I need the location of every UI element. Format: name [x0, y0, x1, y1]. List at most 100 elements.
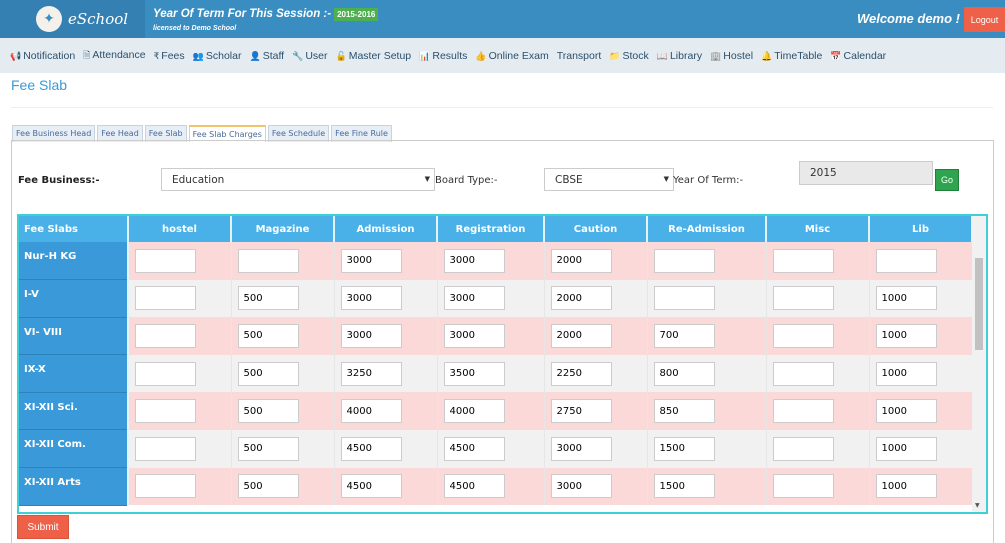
table-cell: [437, 242, 545, 280]
vertical-scrollbar[interactable]: ▼: [972, 216, 986, 512]
fee-amount-input[interactable]: [550, 399, 612, 424]
fee-amount-input[interactable]: [443, 436, 505, 461]
fee-amount-input[interactable]: [653, 248, 715, 273]
fee-amount-input[interactable]: [237, 361, 299, 386]
fee-amount-input[interactable]: [550, 286, 612, 311]
fee-amount-input[interactable]: [237, 286, 299, 311]
fee-amount-input[interactable]: [653, 474, 715, 499]
fee-amount-input[interactable]: [443, 361, 505, 386]
table-cell: [334, 354, 438, 393]
table-cell: [231, 242, 335, 280]
nav-item-attendance[interactable]: 🗎 Attendance: [83, 48, 145, 64]
nav-item-user[interactable]: 🔧 User: [292, 50, 327, 62]
fee-amount-input[interactable]: [340, 436, 402, 461]
submit-button[interactable]: Submit: [17, 515, 69, 539]
table-cell: [544, 317, 648, 355]
logo[interactable]: ✦ eSchool: [0, 0, 145, 38]
fee-amount-input[interactable]: [237, 474, 299, 499]
fee-amount-input[interactable]: [135, 399, 196, 424]
fee-amount-input[interactable]: [550, 361, 612, 386]
fee-amount-input[interactable]: [653, 399, 715, 424]
nav-item-online-exam[interactable]: 👍 Online Exam: [475, 50, 548, 62]
fee-amount-input[interactable]: [550, 436, 612, 461]
fee-amount-input[interactable]: [340, 474, 402, 499]
nav-item-notification[interactable]: 📢 Notification: [10, 50, 75, 62]
table-cell: [869, 429, 973, 468]
fee-amount-input[interactable]: [135, 323, 196, 348]
fee-amount-input[interactable]: [653, 323, 715, 348]
fee-amount-input[interactable]: [550, 323, 612, 348]
fee-amount-input[interactable]: [237, 323, 299, 348]
fee-slab-name: Nur-H KG: [19, 242, 129, 281]
fee-amount-input[interactable]: [340, 323, 402, 348]
fee-amount-input[interactable]: [772, 399, 834, 424]
nav-item-scholar[interactable]: 👥 Scholar: [193, 50, 242, 62]
fee-amount-input[interactable]: [772, 361, 834, 386]
fee-business-select[interactable]: Education ▼: [161, 168, 435, 191]
board-type-select[interactable]: CBSE ▼: [544, 168, 674, 191]
scrollbar-thumb[interactable]: [975, 258, 983, 350]
fee-amount-input[interactable]: [135, 248, 196, 273]
fee-amount-input[interactable]: [237, 436, 299, 461]
fee-amount-input[interactable]: [443, 286, 505, 311]
fee-amount-input[interactable]: [653, 436, 715, 461]
fee-amount-input[interactable]: [772, 323, 834, 348]
fee-amount-input[interactable]: [653, 286, 715, 311]
fee-amount-input[interactable]: [772, 474, 834, 499]
scroll-down-icon[interactable]: ▼: [975, 502, 980, 509]
column-header: Registration: [437, 216, 545, 242]
year-field[interactable]: 2015: [799, 161, 933, 185]
fee-amount-input[interactable]: [340, 248, 402, 273]
nav-item-fees[interactable]: ₹ Fees: [154, 50, 185, 62]
nav-item-timetable[interactable]: 🔔 TimeTable: [761, 50, 822, 62]
timetable-icon: 🔔: [761, 50, 773, 61]
nav-item-stock[interactable]: 📁 Stock: [609, 50, 648, 62]
logout-button[interactable]: Logout: [964, 7, 1005, 32]
fee-amount-input[interactable]: [875, 474, 937, 499]
nav-item-calendar[interactable]: 📅 Calendar: [830, 50, 886, 62]
fee-amount-input[interactable]: [875, 248, 937, 273]
table-cell: [766, 354, 870, 393]
nav-item-hostel[interactable]: 🏢 Hostel: [710, 50, 753, 62]
fee-amount-input[interactable]: [237, 399, 299, 424]
nav-item-library[interactable]: 📖 Library: [657, 50, 702, 62]
fee-amount-input[interactable]: [772, 436, 834, 461]
nav-label: Hostel: [723, 49, 754, 62]
fee-amount-input[interactable]: [135, 361, 196, 386]
table-row: XI-XII Arts: [19, 467, 973, 506]
table-row: I-V: [19, 279, 973, 318]
nav-item-master-setup[interactable]: 🔓 Master Setup: [335, 50, 411, 62]
fee-amount-input[interactable]: [135, 474, 196, 499]
session-badge: 2015-2016: [334, 8, 379, 21]
go-button[interactable]: Go: [935, 169, 959, 191]
fee-amount-input[interactable]: [772, 286, 834, 311]
table-cell: [647, 467, 767, 506]
fee-slab-name: XI-XII Arts: [19, 467, 129, 506]
fee-amount-input[interactable]: [875, 361, 937, 386]
fee-slab-name: VI- VIII: [19, 317, 129, 356]
fee-amount-input[interactable]: [443, 248, 505, 273]
fee-amount-input[interactable]: [237, 248, 299, 273]
user-icon: 🔧: [292, 50, 304, 61]
fee-amount-input[interactable]: [550, 248, 612, 273]
fee-amount-input[interactable]: [875, 436, 937, 461]
fee-amount-input[interactable]: [340, 399, 402, 424]
fee-amount-input[interactable]: [340, 286, 402, 311]
fee-amount-input[interactable]: [772, 248, 834, 273]
nav-item-results[interactable]: 📊 Results: [419, 50, 467, 62]
fee-amount-input[interactable]: [340, 361, 402, 386]
fee-amount-input[interactable]: [653, 361, 715, 386]
nav-item-staff[interactable]: 👤 Staff: [249, 50, 284, 62]
fee-amount-input[interactable]: [443, 399, 505, 424]
fee-amount-input[interactable]: [875, 286, 937, 311]
fee-amount-input[interactable]: [875, 323, 937, 348]
fee-amount-input[interactable]: [443, 474, 505, 499]
fee-slab-name: XI-XII Sci.: [19, 392, 129, 431]
nav-item-transport[interactable]: Transport: [557, 50, 602, 62]
fee-amount-input[interactable]: [550, 474, 612, 499]
fee-amount-input[interactable]: [443, 323, 505, 348]
fee-amount-input[interactable]: [135, 436, 196, 461]
fee-amount-input[interactable]: [135, 286, 196, 311]
table-cell: [647, 429, 767, 468]
fee-amount-input[interactable]: [875, 399, 937, 424]
